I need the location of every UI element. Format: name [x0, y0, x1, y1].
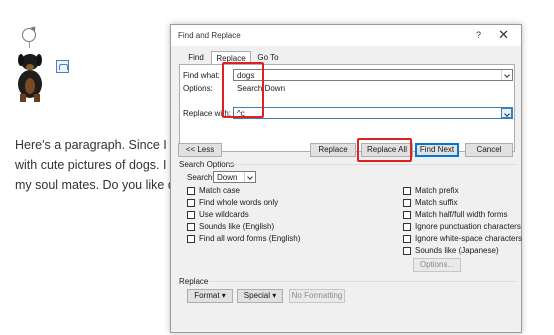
search-label: Search:: [187, 173, 215, 182]
find-next-button[interactable]: Find Next: [415, 143, 459, 157]
special-button[interactable]: Special ▾: [237, 289, 283, 303]
layout-options-icon[interactable]: [56, 60, 69, 73]
less-button[interactable]: << Less: [178, 143, 222, 157]
search-options-title: Search Options: [179, 160, 235, 169]
replace-with-input[interactable]: ^c: [233, 107, 513, 119]
dialog-titlebar[interactable]: Find and Replace ? ✕: [171, 25, 521, 46]
chevron-down-icon[interactable]: [501, 108, 512, 118]
paragraph-line-1: Here's a paragraph. Since I lo: [15, 138, 180, 152]
cancel-button[interactable]: Cancel: [465, 143, 513, 157]
search-options-divider: [229, 164, 517, 165]
format-button[interactable]: Format ▾: [187, 289, 233, 303]
highlight-replace-all: [357, 138, 412, 162]
paragraph-line-3: my soul mates. Do you like d: [15, 178, 175, 192]
tab-find[interactable]: Find: [183, 51, 209, 64]
find-what-input[interactable]: dogs: [233, 69, 513, 81]
replace-button[interactable]: Replace: [310, 143, 356, 157]
rotate-handle-icon[interactable]: [22, 28, 36, 42]
dialog-title: Find and Replace: [178, 31, 241, 40]
replace-section-divider: [209, 281, 517, 282]
chevron-down-icon[interactable]: [244, 172, 255, 182]
options-button[interactable]: Options...: [413, 258, 461, 272]
no-formatting-button[interactable]: No Formatting: [289, 289, 345, 303]
close-icon[interactable]: ✕: [498, 27, 509, 43]
replace-section-title: Replace: [179, 277, 209, 286]
dog-picture[interactable]: [10, 48, 50, 104]
chevron-down-icon[interactable]: [501, 70, 512, 80]
help-button[interactable]: ?: [476, 30, 481, 40]
find-what-label: Find what:: [183, 71, 220, 80]
paragraph-line-2: with cute pictures of dogs. I: [15, 158, 167, 172]
options-label: Options:: [183, 84, 213, 93]
search-direction-value: Down: [217, 173, 238, 182]
search-direction-select[interactable]: Down: [213, 171, 256, 183]
highlight-find-replace-fields: [222, 62, 264, 118]
